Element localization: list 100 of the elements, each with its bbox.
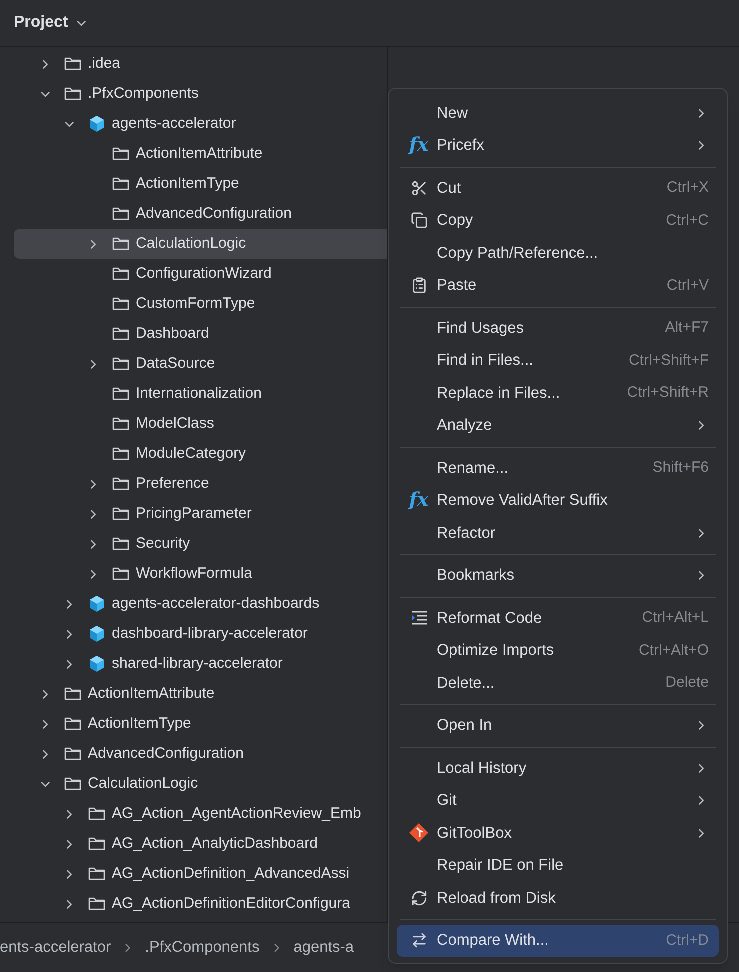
menu-item[interactable]: Copy Path/Reference...	[397, 237, 719, 270]
tree-item[interactable]: Security	[14, 529, 387, 559]
tree-item-label: agents-accelerator-dashboards	[112, 594, 320, 614]
cube-icon	[88, 115, 106, 133]
tree-item[interactable]: Internationalization	[14, 379, 387, 409]
menu-item-label: Paste	[437, 276, 477, 296]
menu-item[interactable]: Rename... Shift+F6	[397, 452, 719, 484]
tree-item[interactable]: agents-accelerator-dashboards	[14, 589, 387, 619]
fx-logo: fx	[409, 136, 429, 156]
folder-icon	[112, 206, 130, 222]
folder-icon	[112, 476, 130, 492]
tree-item-label: AG_Action_AgentActionReview_Emb	[112, 804, 362, 824]
menu-item[interactable]: Reformat Code Ctrl+Alt+L	[397, 602, 719, 634]
git-diamond-icon	[409, 823, 429, 844]
tree-item[interactable]: Preference	[14, 469, 387, 499]
menu-item[interactable]: Find Usages Alt+F7	[397, 312, 719, 344]
menu-item[interactable]: Open In	[397, 710, 719, 742]
folder-icon	[112, 176, 130, 192]
cube-icon	[88, 625, 106, 643]
folder-icon	[112, 296, 130, 312]
menu-item[interactable]: Local History	[397, 752, 719, 784]
cube-icon	[88, 655, 106, 673]
menu-item[interactable]: Compare With... Ctrl+D	[397, 924, 719, 957]
menu-item[interactable]: Git	[397, 784, 719, 817]
menu-item[interactable]: Cut Ctrl+X	[397, 172, 719, 204]
folder-icon	[64, 86, 82, 102]
clipboard-icon	[410, 277, 428, 294]
tree-item[interactable]: ModuleCategory	[14, 439, 387, 469]
menu-item[interactable]: Find in Files... Ctrl+Shift+F	[397, 344, 719, 377]
tree-item[interactable]: .PfxComponents	[14, 79, 387, 109]
tree-item-label: ActionItemType	[136, 174, 240, 194]
menu-item[interactable]: fx Remove ValidAfter Suffix	[397, 484, 719, 517]
compare-arrows-icon	[410, 932, 428, 950]
folder-icon	[112, 416, 130, 432]
shortcut-label: Shift+F6	[652, 458, 709, 478]
tree-item[interactable]: .idea	[14, 49, 387, 79]
tree-item-label: ConfigurationWizard	[136, 264, 272, 284]
tree-item[interactable]: dashboard-library-accelerator	[14, 619, 387, 649]
tree-item[interactable]: DataSource	[14, 349, 387, 379]
shortcut-label: Ctrl+Alt+L	[642, 608, 709, 628]
tree-item[interactable]: ActionItemAttribute	[14, 679, 387, 709]
tree-item[interactable]: ModelClass	[14, 409, 387, 439]
shortcut-label: Ctrl+Alt+O	[638, 640, 709, 660]
tree-item[interactable]: ActionItemType	[14, 169, 387, 199]
tree-item-label: shared-library-accelerator	[112, 654, 283, 674]
tree-item[interactable]: CalculationLogic	[14, 229, 387, 259]
folder-icon	[112, 326, 130, 342]
tree-item[interactable]: AG_Action_AnalyticDashboard	[14, 829, 387, 859]
tree-item[interactable]: ActionItemAttribute	[14, 139, 387, 169]
menu-item[interactable]: GitToolBox	[397, 817, 719, 850]
folder-icon	[112, 506, 130, 522]
tree-item[interactable]: AdvancedConfiguration	[14, 199, 387, 229]
panel-title[interactable]: Project	[14, 11, 68, 35]
indent-lines-icon	[410, 611, 428, 626]
tree-item-label: WorkflowFormula	[136, 564, 252, 584]
folder-icon	[112, 536, 130, 552]
tree-item[interactable]: CalculationLogic	[14, 769, 387, 799]
breadcrumb-item[interactable]: ents-accelerator	[0, 936, 112, 960]
tree-item[interactable]: CustomFormType	[14, 289, 387, 319]
menu-item-label: Repair IDE on File	[437, 856, 564, 876]
tree-item[interactable]: AG_Action_AgentActionReview_Emb	[14, 799, 387, 829]
tree-item[interactable]: shared-library-accelerator	[14, 649, 387, 679]
tree-item-label: AdvancedConfiguration	[88, 744, 244, 764]
folder-icon	[112, 566, 130, 582]
tree-item[interactable]: WorkflowFormula	[14, 559, 387, 589]
menu-item[interactable]: Reload from Disk	[397, 882, 719, 914]
tree-item[interactable]: PricingParameter	[14, 499, 387, 529]
folder-icon	[112, 266, 130, 282]
tree-item-label: ActionItemType	[88, 714, 192, 734]
menu-item[interactable]: New	[397, 97, 719, 130]
breadcrumb-item[interactable]: agents-a	[294, 936, 354, 960]
tree-item[interactable]: AG_ActionDefinition_AdvancedAssi	[14, 859, 387, 889]
menu-item[interactable]: Analyze	[397, 410, 719, 442]
tree-item-label: agents-accelerator	[112, 114, 236, 134]
breadcrumb-item[interactable]: .PfxComponents	[145, 936, 260, 960]
shortcut-label: Alt+F7	[665, 318, 709, 338]
shortcut-label: Ctrl+X	[666, 178, 709, 198]
menu-item-label: New	[437, 104, 468, 124]
menu-item[interactable]: Bookmarks	[397, 560, 719, 592]
tree-item[interactable]: ConfigurationWizard	[14, 259, 387, 289]
menu-item-label: Local History	[437, 758, 527, 779]
menu-item-label: Optimize Imports	[437, 641, 554, 662]
menu-item-label: Analyze	[437, 416, 492, 436]
menu-item[interactable]: Replace in Files... Ctrl+Shift+R	[397, 377, 719, 410]
menu-item[interactable]: Delete... Delete	[397, 667, 719, 700]
shortcut-label: Ctrl+C	[666, 210, 709, 230]
menu-item[interactable]: Paste Ctrl+V	[397, 270, 719, 302]
menu-item[interactable]: Refactor	[397, 517, 719, 550]
tree-item[interactable]: AG_ActionDefinitionEditorConfigura	[14, 889, 387, 919]
tree-item[interactable]: AdvancedConfiguration	[14, 739, 387, 769]
tree-item-label: Preference	[136, 474, 210, 494]
tree-item[interactable]: Dashboard	[14, 319, 387, 349]
tree-item[interactable]: ActionItemType	[14, 709, 387, 739]
menu-item[interactable]: Repair IDE on File	[397, 850, 719, 882]
tree-item[interactable]: agents-accelerator	[14, 109, 387, 139]
menu-item-label: Cut	[437, 178, 462, 199]
menu-item[interactable]: Copy Ctrl+C	[397, 204, 719, 237]
folder-icon	[88, 806, 106, 822]
menu-item[interactable]: fx Pricefx	[397, 130, 719, 162]
menu-item[interactable]: Optimize Imports Ctrl+Alt+O	[397, 634, 719, 667]
